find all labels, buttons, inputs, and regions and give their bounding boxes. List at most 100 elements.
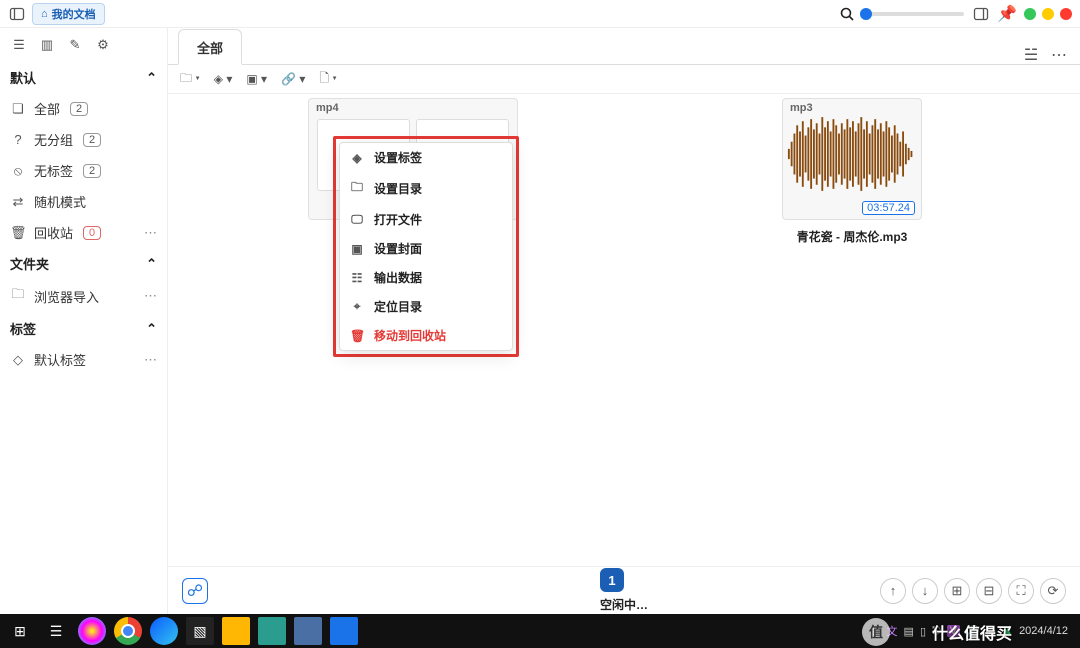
maximize-button[interactable] xyxy=(1042,8,1054,20)
list-settings-icon[interactable]: ☱ xyxy=(1022,46,1040,64)
gear-icon[interactable]: ⚙ xyxy=(94,36,112,54)
canvas[interactable]: mp4 C1 04.00 ◈设置标签 🗀设置目录 🖵打开文件 xyxy=(168,94,1080,566)
ctx-move-to-trash[interactable]: 🗑移动到回收站 xyxy=(340,321,512,350)
tray-shield-icon[interactable]: ▲ xyxy=(1002,625,1013,637)
dashboard-icon[interactable]: ▥ xyxy=(38,36,56,54)
context-menu: ◈ 设置标签 🗀设置目录 🖵 打开文件 ▣设置封面 ☷输出数据 ⌖定位目录 🗑移动到… xyxy=(339,142,513,351)
trash-icon: 🗑 xyxy=(350,329,364,343)
explorer-icon[interactable] xyxy=(222,617,250,645)
my-documents-label: 我的文档 xyxy=(52,6,96,22)
ctx-set-cover[interactable]: ▣设置封面 xyxy=(340,234,512,263)
app3-icon[interactable] xyxy=(294,617,322,645)
tray-panel-icon[interactable]: ▯ xyxy=(920,625,926,638)
count-badge: 2 xyxy=(70,102,88,116)
start-button[interactable]: ⊞ xyxy=(6,617,34,645)
type-filter[interactable]: ▣ ▾ xyxy=(246,72,267,86)
app-icon[interactable]: ▧ xyxy=(186,617,214,645)
brush-icon[interactable]: ✎ xyxy=(66,36,84,54)
more-icon[interactable]: ⋯ xyxy=(1050,46,1068,64)
sidebar-item-label: 随机模式 xyxy=(34,192,86,211)
tray-usb-icon[interactable]: ⎋ xyxy=(932,625,941,638)
filter-toolbar: 🗀 ▾ ◈ ▾ ▣ ▾ 🔗 ▾ 🗋 ▾ xyxy=(168,64,1080,94)
page-number[interactable]: 1 xyxy=(600,568,624,592)
count-badge: 0 xyxy=(83,226,101,240)
zoom-slider[interactable] xyxy=(864,12,964,16)
sidebar-folder-browser-import[interactable]: 🗀 浏览器导入 ⋯ xyxy=(0,279,167,313)
current-app-icon[interactable] xyxy=(330,617,358,645)
sidebar-item-random[interactable]: ⇄ 随机模式 xyxy=(0,186,167,217)
app2-icon[interactable] xyxy=(258,617,286,645)
sidebar-item-ungrouped[interactable]: ? 无分组 2 xyxy=(0,124,167,155)
ctx-open-file[interactable]: 🖵 打开文件 xyxy=(340,205,512,234)
chrome-icon[interactable] xyxy=(114,617,142,645)
section-default-label: 默认 xyxy=(10,68,36,87)
grid-sparse-button[interactable]: ⊟ xyxy=(976,578,1002,604)
tray-icon[interactable]: ▦ xyxy=(870,625,880,638)
tray-network-icon[interactable]: ▭ xyxy=(986,625,996,638)
browser-icon[interactable] xyxy=(78,617,106,645)
ctx-label: 打开文件 xyxy=(374,211,422,228)
more-icon[interactable]: ⋯ xyxy=(144,288,157,304)
sidebar-item-label: 默认标签 xyxy=(34,350,86,369)
ctx-set-tag[interactable]: ◈ 设置标签 xyxy=(340,143,512,172)
media-title: 青花瓷 - 周杰伦.mp3 xyxy=(782,228,922,245)
tag-filter[interactable]: ◈ ▾ xyxy=(214,72,233,86)
sidebar-item-trash[interactable]: 🗑 回收站 0 ⋯ xyxy=(0,217,167,248)
close-button[interactable] xyxy=(1060,8,1072,20)
section-tags[interactable]: 标签 ⌃ xyxy=(0,313,167,344)
tray-grid-icon[interactable]: ▤ xyxy=(904,625,914,638)
folder-filter[interactable]: 🗀 ▾ xyxy=(180,69,200,90)
ctx-label: 设置目录 xyxy=(374,180,422,197)
tray-lang-icon[interactable]: 文 xyxy=(887,623,898,639)
windows-taskbar: ⊞ ☰ ▧ ▦ 文 ▤ ▯ ⎋ V 🔊 ▭ ▲ 2024/4/12 值 什么值得… xyxy=(0,614,1080,648)
open-icon: 🖵 xyxy=(350,212,364,227)
edge-icon[interactable] xyxy=(150,617,178,645)
count-badge: 2 xyxy=(83,133,101,147)
sidebar-item-untagged[interactable]: ⦸ 无标签 2 xyxy=(0,155,167,186)
chevron-down-icon: ⌃ xyxy=(146,321,157,337)
sidebar-toggle-icon[interactable] xyxy=(8,5,26,23)
scroll-up-button[interactable]: ↑ xyxy=(880,578,906,604)
my-documents-chip[interactable]: ⌂ 我的文档 xyxy=(32,3,105,25)
panel-icon[interactable] xyxy=(972,5,990,23)
sidebar-item-all[interactable]: ❏ 全部 2 xyxy=(0,93,167,124)
task-view-icon[interactable]: ☰ xyxy=(42,617,70,645)
link-mode-button[interactable]: ☍ xyxy=(182,578,208,604)
search-icon[interactable] xyxy=(838,5,856,23)
ctx-locate-folder[interactable]: ⌖定位目录 xyxy=(340,292,512,321)
tray-volume-icon[interactable]: 🔊 xyxy=(966,625,980,638)
section-default[interactable]: 默认 ⌃ xyxy=(0,62,167,93)
media-card-mp3[interactable]: mp3 03:57.24 青花瓷 - 周杰伦.mp3 xyxy=(782,98,922,245)
grid-dense-button[interactable]: ⊞ xyxy=(944,578,970,604)
refresh-button[interactable]: ⟳ xyxy=(1040,578,1066,604)
file-filter[interactable]: 🗋 ▾ xyxy=(319,69,336,90)
tag-icon: ◇ xyxy=(10,352,26,368)
ctx-label: 设置标签 xyxy=(374,149,422,166)
sidebar-item-label: 无分组 xyxy=(34,130,73,149)
sidebar-tag-default[interactable]: ◇ 默认标签 ⋯ xyxy=(0,344,167,375)
fullscreen-button[interactable]: ⛶ xyxy=(1008,578,1034,604)
ctx-label: 定位目录 xyxy=(374,298,422,315)
scroll-down-button[interactable]: ↓ xyxy=(912,578,938,604)
minimize-button[interactable] xyxy=(1024,8,1036,20)
all-icon: ❏ xyxy=(10,101,26,117)
home-icon: ⌂ xyxy=(41,8,48,20)
tray-v-icon[interactable]: V xyxy=(947,625,960,637)
waveform-icon xyxy=(787,113,917,195)
taskbar-date[interactable]: 2024/4/12 xyxy=(1019,625,1068,637)
ctx-set-folder[interactable]: 🗀设置目录 xyxy=(340,172,512,205)
duration-badge: 03:57.24 xyxy=(862,201,915,215)
section-folders-label: 文件夹 xyxy=(10,254,49,273)
ctx-export-data[interactable]: ☷输出数据 xyxy=(340,263,512,292)
menu-icon[interactable]: ☰ xyxy=(10,36,28,54)
tab-all[interactable]: 全部 xyxy=(178,29,242,65)
more-icon[interactable]: ⋯ xyxy=(144,225,157,241)
tag-icon: ◈ xyxy=(350,151,364,165)
more-icon[interactable]: ⋯ xyxy=(144,352,157,368)
type-tag: mp4 xyxy=(311,101,344,115)
chevron-down-icon: ⌃ xyxy=(146,70,157,86)
pin-icon[interactable]: 📌 xyxy=(998,5,1016,23)
section-folders[interactable]: 文件夹 ⌃ xyxy=(0,248,167,279)
sidebar-item-label: 浏览器导入 xyxy=(34,287,99,306)
link-filter[interactable]: 🔗 ▾ xyxy=(281,72,305,86)
